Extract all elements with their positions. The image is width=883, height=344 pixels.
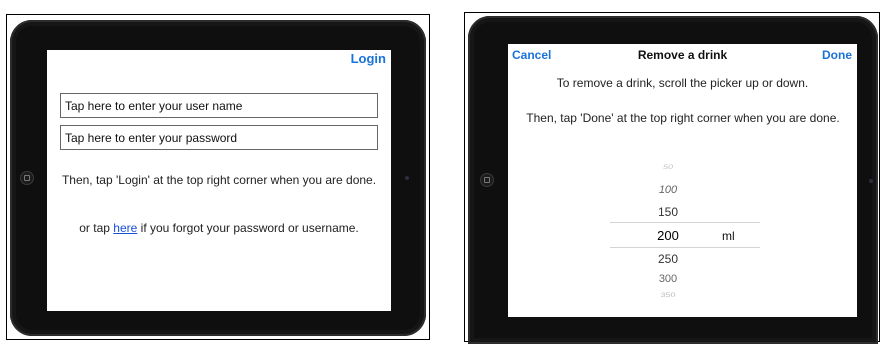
picker-unit-label: ml — [722, 229, 735, 243]
picker-selection-line-top — [610, 222, 760, 223]
picker-option[interactable]: 300 — [648, 273, 688, 285]
home-button-icon[interactable] — [20, 171, 34, 185]
username-field[interactable]: Tap here to enter your user name — [60, 93, 378, 118]
picker-selected-value[interactable]: 200 — [648, 228, 688, 243]
login-screen: Login Tap here to enter your user name T… — [47, 50, 391, 311]
forgot-suffix: if you forgot your password or username. — [137, 221, 359, 235]
remove-drink-screen: Cancel Remove a drink Done To remove a d… — [508, 44, 857, 317]
home-button-icon[interactable] — [480, 173, 494, 187]
forgot-credentials-text: or tap here if you forgot your password … — [53, 220, 385, 236]
login-instruction: Then, tap 'Login' at the top right corne… — [61, 173, 377, 187]
done-button[interactable]: Done — [822, 48, 852, 62]
forgot-prefix: or tap — [79, 221, 114, 235]
page-title: Remove a drink — [637, 48, 728, 62]
forgot-here-link[interactable]: here — [113, 221, 137, 235]
navigation-bar: Cancel Remove a drink Done — [508, 44, 857, 64]
login-button[interactable]: Login — [351, 51, 386, 66]
camera-icon — [869, 179, 873, 183]
camera-icon — [405, 176, 409, 180]
picker-selection-line-bottom — [610, 247, 760, 248]
picker-option[interactable]: 150 — [648, 205, 688, 219]
password-field[interactable]: Tap here to enter your password — [60, 125, 378, 150]
picker-option[interactable]: 50 — [648, 164, 688, 171]
picker-option[interactable]: 350 — [648, 292, 688, 299]
remove-instruction-2: Then, tap 'Done' at the top right corner… — [526, 111, 840, 125]
picker-option[interactable]: 100 — [648, 184, 688, 196]
remove-instruction-1: To remove a drink, scroll the picker up … — [556, 76, 809, 90]
picker-option[interactable]: 250 — [648, 252, 688, 266]
